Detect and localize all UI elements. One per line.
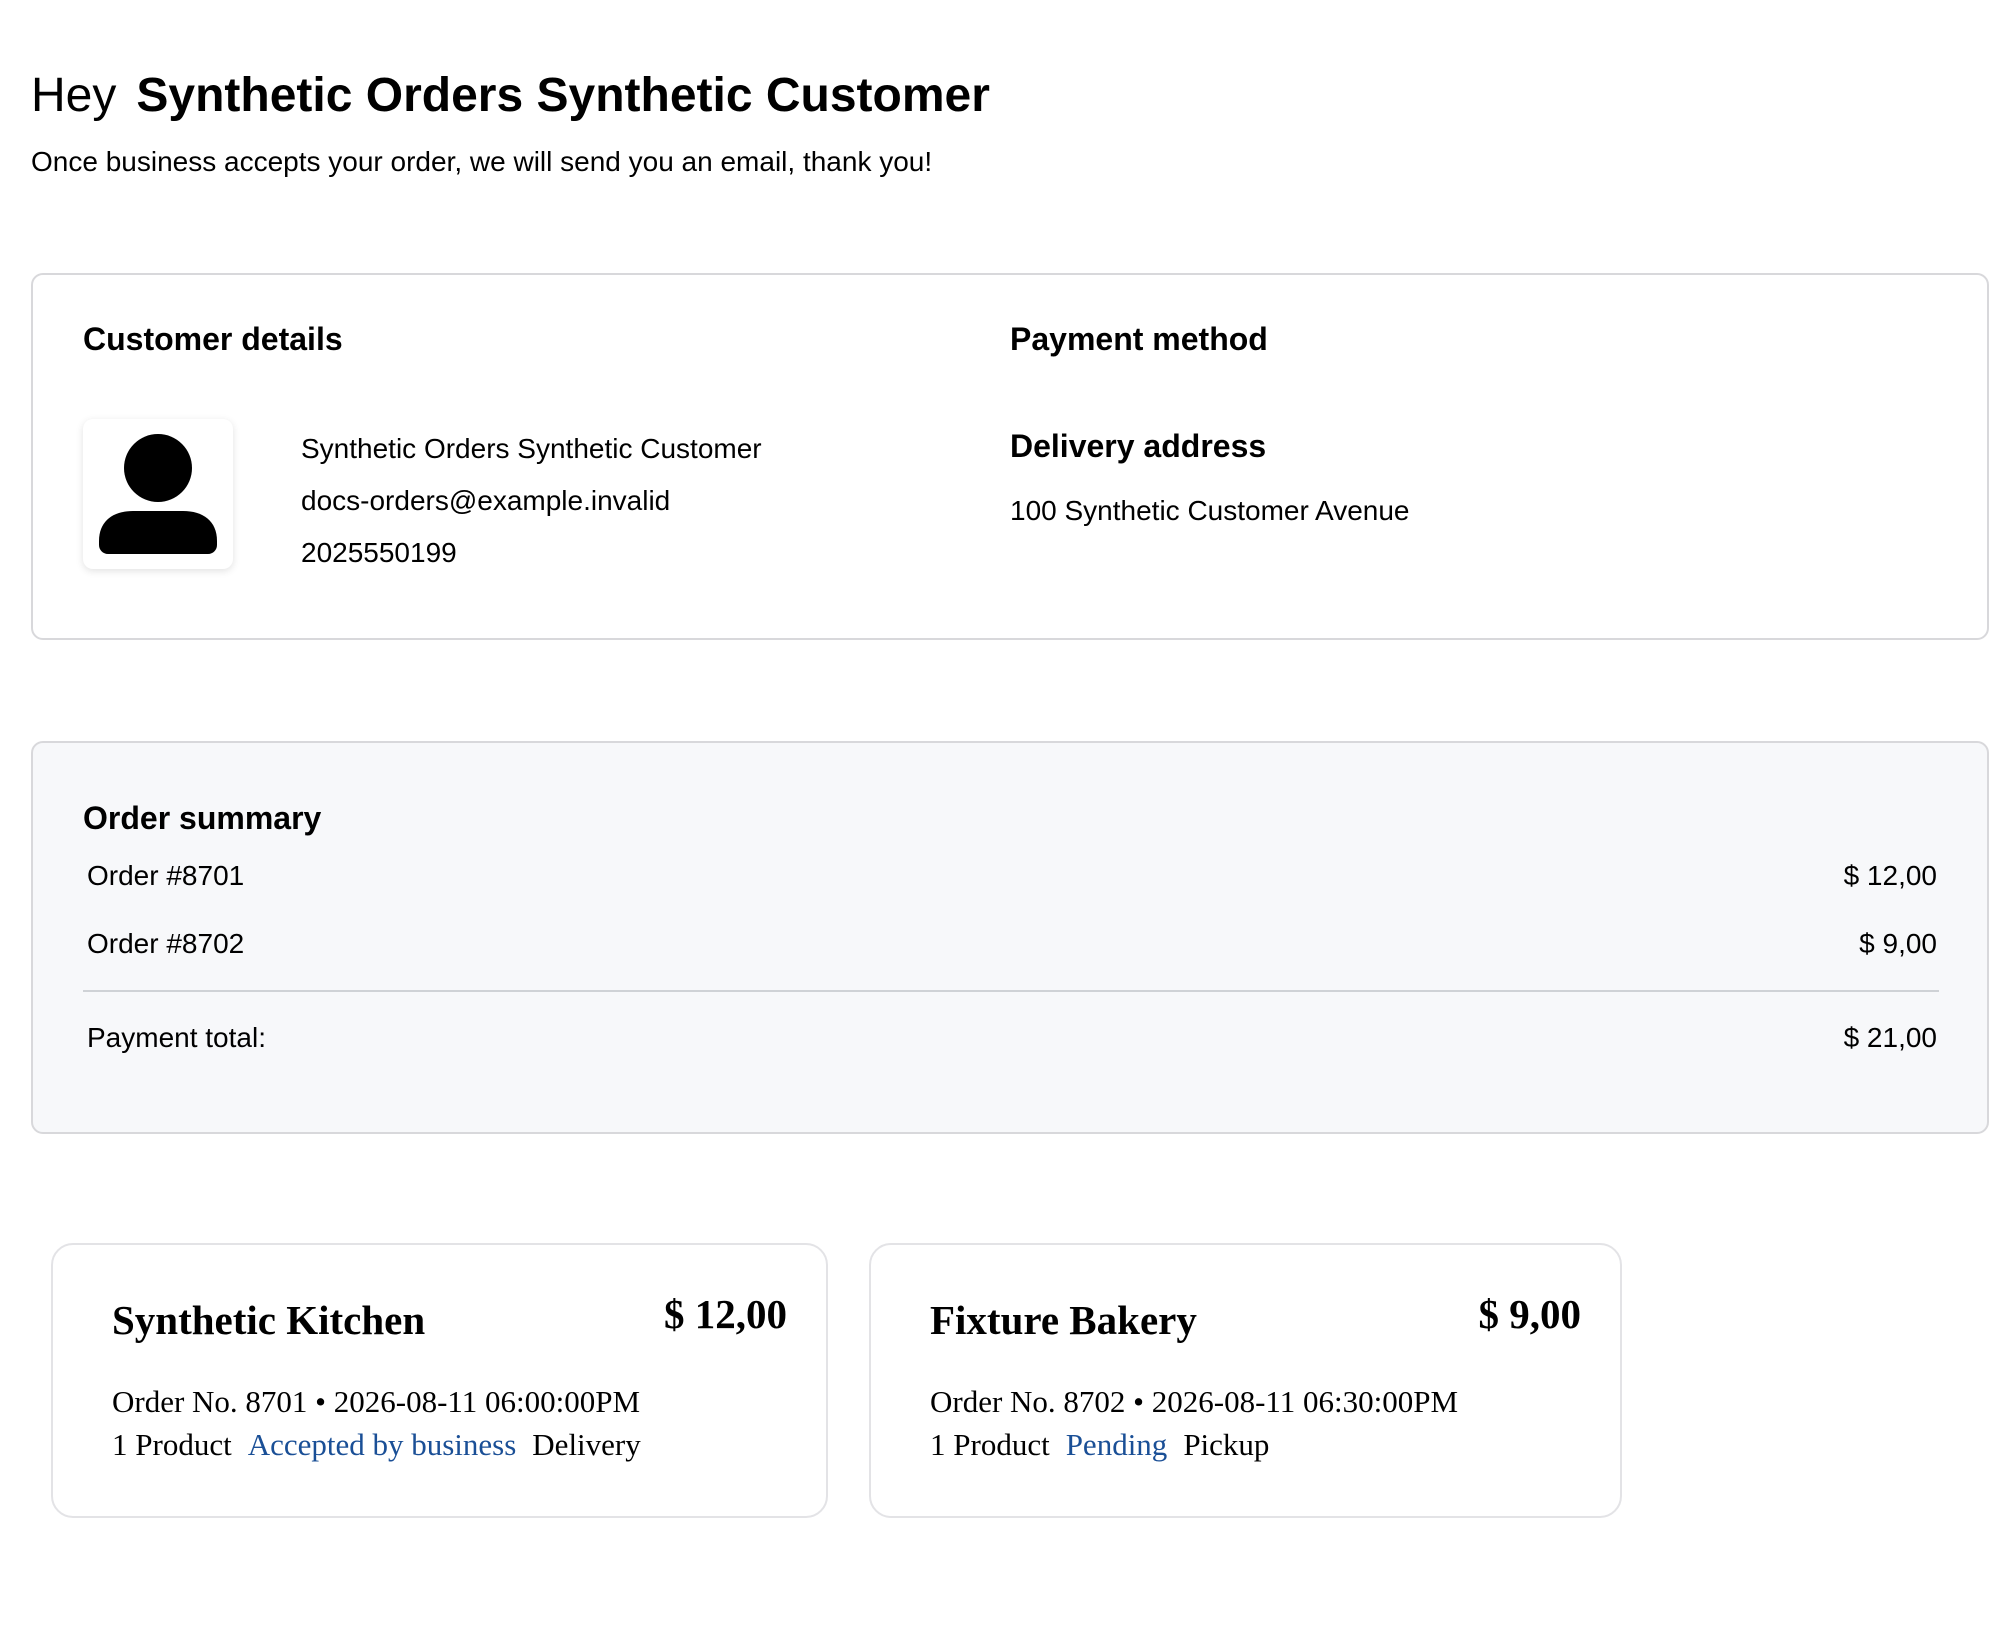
summary-row: Order #8701 $ 12,00 — [87, 858, 1937, 894]
summary-row-amount: $ 9,00 — [1859, 928, 1937, 959]
payment-total-amount: $ 21,00 — [1843, 1022, 1937, 1053]
payment-method-title: Payment method — [1010, 321, 1268, 357]
product-count: 1 Product — [930, 1427, 1050, 1462]
greeting-message: Once business accepts your order, we wil… — [31, 146, 933, 177]
greeting-customer-name: Synthetic Orders Synthetic Customer — [136, 69, 990, 122]
order-summary-card: Order summary Order #8701 $ 12,00 Order … — [31, 741, 1989, 1134]
order-total: $ 9,00 — [1478, 1291, 1582, 1337]
greeting-heading: Hey Synthetic Orders Synthetic Customer — [31, 66, 990, 126]
store-name: Fixture Bakery — [930, 1297, 1197, 1343]
avatar — [83, 419, 233, 569]
summary-row-label: Order #8701 — [87, 860, 245, 891]
greeting-prefix: Hey — [31, 69, 117, 122]
summary-row-amount: $ 12,00 — [1843, 860, 1937, 891]
order-status: Pending — [1065, 1427, 1168, 1462]
fulfillment-type: Delivery — [532, 1427, 641, 1462]
order-tags: 1 Product Accepted by business Delivery — [112, 1425, 657, 1465]
fulfillment-type: Pickup — [1183, 1427, 1270, 1462]
order-meta: Order No. 8701 • 2026-08-11 06:00:00PM — [112, 1384, 641, 1419]
summary-row-label: Order #8702 — [87, 928, 245, 959]
user-icon — [99, 434, 217, 554]
summary-divider — [83, 990, 1939, 992]
customer-phone: 2025550199 — [301, 537, 457, 568]
order-card[interactable]: Synthetic Kitchen $ 12,00 Order No. 8701… — [51, 1243, 828, 1518]
customer-details-title: Customer details — [83, 321, 343, 357]
store-name: Synthetic Kitchen — [112, 1297, 426, 1343]
order-status: Accepted by business — [247, 1427, 517, 1462]
delivery-address: 100 Synthetic Customer Avenue — [1010, 495, 1410, 526]
order-summary-title: Order summary — [83, 800, 322, 836]
order-card[interactable]: Fixture Bakery $ 9,00 Order No. 8702 • 2… — [869, 1243, 1622, 1518]
order-confirmation-page: Hey Synthetic Orders Synthetic Customer O… — [0, 0, 2016, 1640]
delivery-address-title: Delivery address — [1010, 428, 1267, 464]
customer-email: docs-orders@example.invalid — [301, 485, 671, 516]
order-meta: Order No. 8702 • 2026-08-11 06:30:00PM — [930, 1384, 1459, 1419]
order-tags: 1 Product Pending Pickup — [930, 1425, 1285, 1465]
customer-details-card: Customer details Synthetic Orders Synthe… — [31, 273, 1989, 640]
order-total: $ 12,00 — [664, 1291, 787, 1337]
product-count: 1 Product — [112, 1427, 232, 1462]
customer-name: Synthetic Orders Synthetic Customer — [301, 433, 762, 464]
summary-row: Order #8702 $ 9,00 — [87, 926, 1937, 962]
payment-total-label: Payment total: — [87, 1022, 266, 1053]
summary-total-row: Payment total: $ 21,00 — [87, 1020, 1937, 1056]
